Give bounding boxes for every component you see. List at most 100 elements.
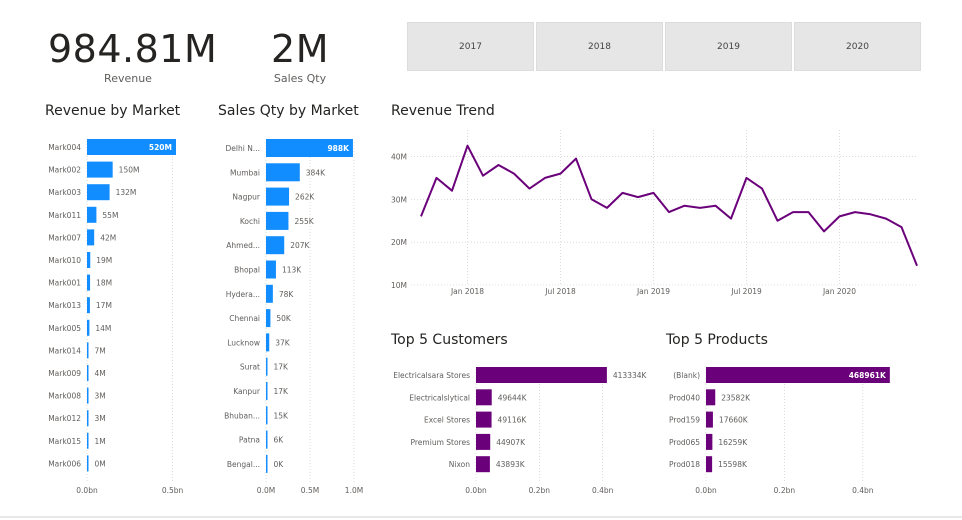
revenue_by_market-category-label: Mark003 — [48, 188, 81, 197]
revenue_by_market-bar — [87, 342, 89, 359]
revenue_by_market-category-label: Mark015 — [48, 437, 81, 446]
revenue-trend-x-tick-label: Jan 2020 — [822, 287, 856, 296]
revenue_by_market-category-label: Mark005 — [48, 324, 81, 333]
sales-qty-kpi-value: 2M — [271, 27, 329, 71]
revenue_by_market-bar — [87, 229, 95, 246]
sales_qty_by_market-data-label: 17K — [274, 363, 290, 372]
revenue_by_market-data-label: 18M — [96, 279, 112, 288]
top5_products-category-label: Prod018 — [669, 460, 700, 469]
revenue_by_market-data-label: 3M — [95, 414, 106, 423]
top5_customers-data-label: 44907K — [496, 438, 526, 447]
sales_qty_by_market-x-tick-label: 0.0M — [257, 486, 275, 495]
revenue_by_market-bar — [87, 319, 90, 336]
top5_products-category-label: Prod040 — [669, 393, 700, 402]
top5_products-data-label: 17660K — [719, 416, 749, 425]
revenue_by_market-category-label: Mark013 — [48, 301, 81, 310]
revenue_by_market-data-label: 4M — [95, 369, 106, 378]
revenue_by_market-bar — [87, 184, 110, 201]
revenue-trend-title: Revenue Trend — [391, 103, 495, 119]
sales_qty_by_market-bar — [266, 211, 289, 230]
revenue_by_market-bar — [87, 297, 90, 314]
revenue_by_market-category-label: Mark006 — [48, 459, 81, 468]
top5_customers-bar — [476, 456, 490, 473]
revenue-trend-x-tick-label: Jul 2018 — [544, 287, 576, 296]
top5_customers-category-label: Excel Stores — [424, 416, 470, 425]
revenue_by_market-bar — [87, 432, 89, 449]
revenue_by_market-data-label: 42M — [100, 233, 116, 242]
year-slicer-2017[interactable]: 2017 — [407, 22, 534, 71]
sales_qty_by_market-data-label: 6K — [274, 436, 285, 445]
sales_qty_by_market-bar — [266, 333, 270, 352]
year-slicer-2018[interactable]: 2018 — [536, 22, 663, 71]
revenue_by_market-category-label: Mark002 — [48, 166, 81, 175]
revenue_by_market-bar — [87, 206, 97, 223]
sales_qty_by_market-bar — [266, 163, 300, 182]
top5_products-category-label: (Blank) — [673, 371, 700, 380]
sales_qty_by_market-bar — [266, 139, 353, 157]
year-slicer-2019[interactable]: 2019 — [665, 22, 792, 71]
sales_qty_by_market-category-label: Chennai — [229, 314, 260, 323]
revenue-trend-line — [420, 144, 918, 267]
revenue-trend-x-tick-label: Jan 2019 — [636, 287, 670, 296]
top5_products-x-tick-label: 0.4bn — [852, 486, 874, 495]
top5_customers-bar — [476, 389, 492, 406]
sales_qty_by_market-data-label: 15K — [274, 411, 290, 420]
sales_qty_by_market-category-label: Lucknow — [227, 338, 260, 347]
top5_products-bar — [706, 433, 713, 450]
revenue_by_market-x-tick-label: 0.0bn — [76, 486, 98, 495]
sales_qty_by_market-category-label: Nagpur — [232, 193, 260, 202]
revenue_by_market-data-label: 19M — [96, 256, 112, 265]
top5_customers-x-tick-label: 0.2bn — [529, 486, 551, 495]
revenue_by_market-data-label: 55M — [102, 211, 118, 220]
top5_products-category-label: Prod065 — [669, 438, 700, 447]
revenue-by-market-title: Revenue by Market — [45, 103, 181, 119]
sales_qty_by_market-category-label: Bengal... — [227, 460, 260, 469]
top5_products-data-label: 16259K — [718, 438, 748, 447]
sales-qty-by-market-title: Sales Qty by Market — [218, 103, 359, 119]
top5_customers-category-label: Nixon — [449, 460, 470, 469]
sales_qty_by_market-bar — [266, 284, 273, 303]
top5-products-title: Top 5 Products — [666, 332, 768, 348]
revenue_by_market-bar — [87, 161, 113, 178]
top5_products-data-label: 15598K — [718, 460, 748, 469]
revenue_by_market-category-label: Mark009 — [48, 369, 81, 378]
sales_qty_by_market-bar — [266, 260, 276, 279]
revenue_by_market-category-label: Mark012 — [48, 414, 81, 423]
revenue-kpi-value: 984.81M — [48, 27, 218, 71]
top5_products-x-tick-label: 0.0bn — [695, 486, 717, 495]
revenue_by_market-bar — [87, 365, 89, 381]
sales_qty_by_market-data-label: 262K — [295, 193, 315, 202]
top5_customers-data-label: 49116K — [498, 416, 528, 425]
sales_qty_by_market-data-label: 17K — [274, 387, 290, 396]
revenue-trend-y-tick-label: 30M — [391, 195, 407, 204]
sales_qty_by_market-bar — [266, 382, 268, 400]
sales_qty_by_market-data-label: 0K — [274, 460, 285, 469]
top5_customers-bar — [476, 411, 492, 428]
top5_products-bar — [706, 389, 716, 406]
top5_products-data-label: 468961K — [849, 371, 887, 380]
top5-customers-title: Top 5 Customers — [391, 332, 508, 348]
sales_qty_by_market-category-label: Kanpur — [233, 387, 261, 396]
sales_qty_by_market-x-tick-label: 0.5M — [301, 486, 319, 495]
year-slicer-2020[interactable]: 2020 — [794, 22, 921, 71]
sales_qty_by_market-category-label: Surat — [240, 363, 260, 372]
top5_products-category-label: Prod159 — [669, 416, 700, 425]
top5_customers-data-label: 413334K — [613, 371, 648, 380]
sales_qty_by_market-category-label: Patna — [239, 436, 260, 445]
top5_customers-category-label: Electricalsara Stores — [393, 371, 470, 380]
revenue_by_market-data-label: 520M — [149, 143, 172, 152]
top5_customers-data-label: 43893K — [496, 460, 526, 469]
top5_customers-x-tick-label: 0.0bn — [465, 486, 487, 495]
revenue_by_market-data-label: 3M — [95, 392, 106, 401]
revenue_by_market-data-label: 0M — [95, 459, 106, 468]
sales_qty_by_market-bar — [266, 430, 268, 449]
sales_qty_by_market-category-label: Bhopal — [234, 266, 260, 275]
sales-qty-kpi-label: Sales Qty — [273, 72, 327, 85]
top5_products-data-label: 23582K — [721, 393, 751, 402]
sales_qty_by_market-bar — [266, 357, 268, 376]
revenue-trend-x-tick-label: Jan 2018 — [450, 287, 484, 296]
sales_qty_by_market-data-label: 384K — [306, 168, 326, 177]
top5_products-bar — [706, 456, 713, 473]
top5_products-x-tick-label: 0.2bn — [774, 486, 796, 495]
revenue_by_market-category-label: Mark004 — [48, 143, 81, 152]
